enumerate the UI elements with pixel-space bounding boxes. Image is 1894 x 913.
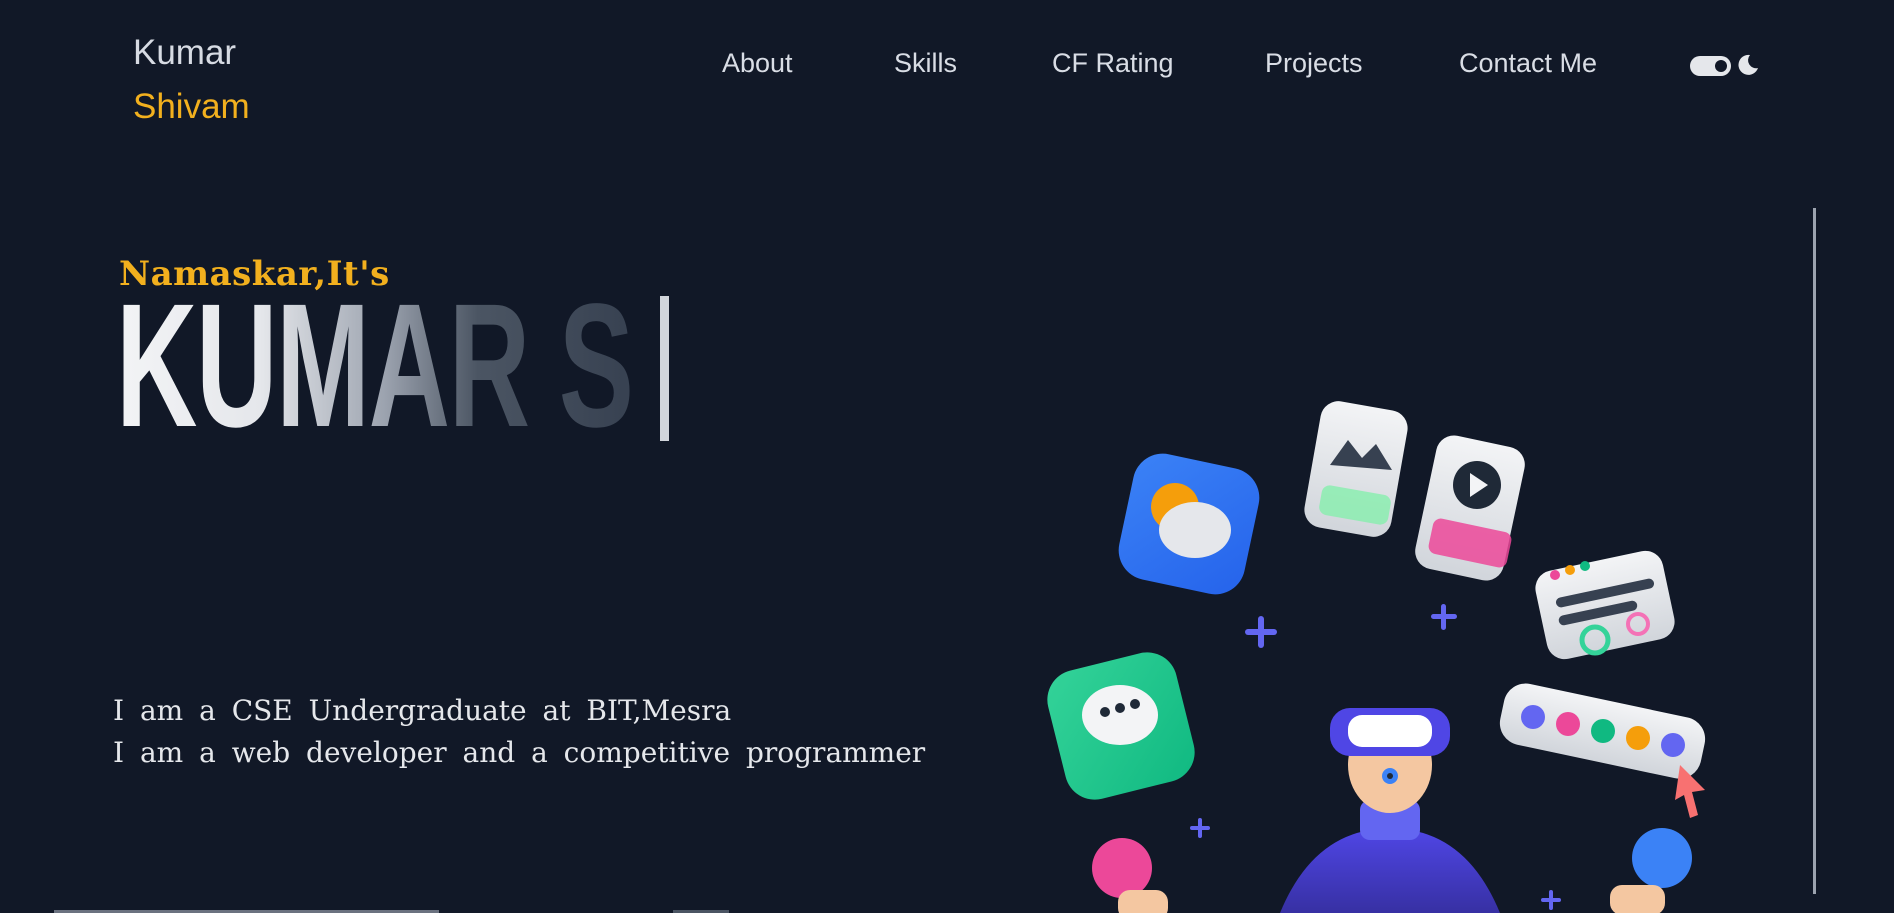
image-card-icon	[1304, 401, 1408, 537]
typing-cursor	[660, 296, 669, 441]
weather-app-icon	[1118, 453, 1260, 595]
text-card-icon	[1535, 550, 1675, 660]
color-palette-icon	[1499, 683, 1706, 818]
nav-item-cf-rating[interactable]: CF Rating	[1052, 48, 1174, 79]
intro-line: I am a CSE Undergraduate at BIT,Mesra	[113, 694, 732, 727]
nav-item-contact-me[interactable]: Contact Me	[1459, 48, 1597, 79]
hero-illustration	[1047, 401, 1706, 913]
toggle-knob	[1715, 60, 1727, 72]
scroll-indicator-line	[1813, 208, 1816, 894]
logo-first-name: Kumar	[133, 33, 237, 72]
moon-icon[interactable]	[1736, 53, 1760, 77]
site-logo[interactable]: Kumar Shivam	[133, 26, 250, 134]
logo-last-name: Shivam	[133, 87, 250, 126]
vr-person-figure	[1280, 708, 1500, 913]
hero-intro: I am a CSE Undergraduate at BIT,Mesra I …	[113, 690, 925, 774]
hero-typed-name: KUMAR S	[116, 268, 634, 464]
theme-toggle-icon[interactable]	[1690, 56, 1731, 76]
nav-item-about[interactable]: About	[722, 48, 793, 79]
nav-item-skills[interactable]: Skills	[894, 48, 957, 79]
intro-line: I am a web developer and a competitive p…	[113, 736, 926, 769]
nav-item-projects[interactable]: Projects	[1265, 48, 1363, 79]
video-card-icon	[1415, 435, 1525, 581]
chat-bubble-icon	[1047, 652, 1195, 800]
